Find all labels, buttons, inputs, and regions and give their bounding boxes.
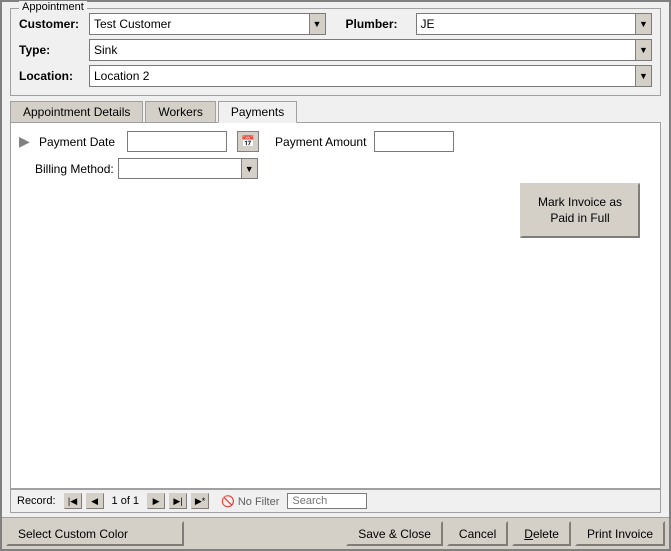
payment-date-input[interactable]: [127, 131, 227, 152]
tab-payments[interactable]: Payments: [218, 101, 297, 123]
customer-field-group: Customer: Test Customer ▼: [19, 13, 326, 35]
calendar-icon: 📅: [241, 135, 255, 148]
search-input[interactable]: [287, 493, 367, 509]
filter-info: 🚫 No Filter: [221, 495, 279, 508]
location-row: Location: Location 2 ▼: [19, 65, 652, 87]
customer-plumber-row: Customer: Test Customer ▼ Plumber: JE ▼: [19, 13, 652, 35]
main-window: Appointment Customer: Test Customer ▼ Pl…: [0, 0, 671, 551]
plumber-value: JE: [421, 17, 453, 31]
tabs-bar: Appointment Details Workers Payments: [10, 100, 661, 122]
record-arrow: ▶: [19, 133, 31, 150]
type-row: Type: Sink ▼: [19, 39, 652, 61]
tab-appointment-details[interactable]: Appointment Details: [10, 101, 143, 123]
plumber-label: Plumber:: [346, 17, 416, 31]
nav-first-button[interactable]: |◀: [64, 493, 82, 509]
customer-dropdown-arrow[interactable]: ▼: [309, 14, 325, 34]
location-value: Location 2: [94, 69, 167, 83]
nav-next-button[interactable]: ▶: [147, 493, 165, 509]
customer-combo[interactable]: Test Customer ▼: [89, 13, 326, 35]
print-invoice-button[interactable]: Print Invoice: [575, 521, 665, 546]
billing-method-label: Billing Method:: [35, 162, 114, 176]
calendar-button[interactable]: 📅: [237, 131, 259, 152]
type-value: Sink: [94, 43, 135, 57]
cancel-button[interactable]: Cancel: [447, 521, 508, 546]
plumber-field-group: Plumber: JE ▼: [346, 13, 653, 35]
nav-new-button[interactable]: ▶*: [191, 493, 209, 509]
billing-method-dropdown-arrow[interactable]: ▼: [241, 159, 257, 178]
location-label: Location:: [19, 69, 89, 83]
mark-invoice-button[interactable]: Mark Invoice as Paid in Full: [520, 183, 640, 238]
tab-workers[interactable]: Workers: [145, 101, 215, 123]
customer-label: Customer:: [19, 17, 89, 31]
type-combo[interactable]: Sink ▼: [89, 39, 652, 61]
nav-last-button[interactable]: ▶|: [169, 493, 187, 509]
record-nav-label: Record:: [17, 495, 56, 507]
payment-amount-input[interactable]: [374, 131, 454, 152]
location-dropdown-arrow[interactable]: ▼: [635, 66, 651, 86]
nav-prev-button[interactable]: ◀: [86, 493, 104, 509]
record-nav-bar: Record: |◀ ◀ 1 of 1 ▶ ▶| ▶* 🚫 No Filter: [10, 489, 661, 513]
payment-date-label: Payment Date: [39, 135, 115, 149]
delete-underline: D: [524, 527, 533, 541]
payment-date-amount-row: ▶ Payment Date 📅 Payment Amount: [19, 131, 652, 152]
record-info: 1 of 1: [112, 495, 140, 507]
type-label: Type:: [19, 43, 89, 57]
appointment-group-label: Appointment: [19, 1, 87, 13]
plumber-combo[interactable]: JE ▼: [416, 13, 653, 35]
plumber-dropdown-arrow[interactable]: ▼: [635, 14, 651, 34]
billing-method-combo[interactable]: ▼: [118, 158, 258, 179]
payments-tab-content: ▶ Payment Date 📅 Payment Amount Billing …: [10, 122, 661, 489]
customer-value: Test Customer: [94, 17, 189, 31]
select-custom-color-button[interactable]: Select Custom Color: [6, 521, 184, 546]
delete-button[interactable]: Delete: [512, 521, 571, 546]
location-combo[interactable]: Location 2 ▼: [89, 65, 652, 87]
bottom-bar: Select Custom Color Save & Close Cancel …: [2, 517, 669, 549]
payment-amount-label: Payment Amount: [275, 135, 366, 149]
action-buttons: Save & Close Cancel Delete Print Invoice: [346, 521, 665, 546]
appointment-group: Appointment Customer: Test Customer ▼ Pl…: [10, 8, 661, 96]
billing-method-row: Billing Method: ▼: [35, 158, 652, 179]
type-dropdown-arrow[interactable]: ▼: [635, 40, 651, 60]
save-close-button[interactable]: Save & Close: [346, 521, 443, 546]
